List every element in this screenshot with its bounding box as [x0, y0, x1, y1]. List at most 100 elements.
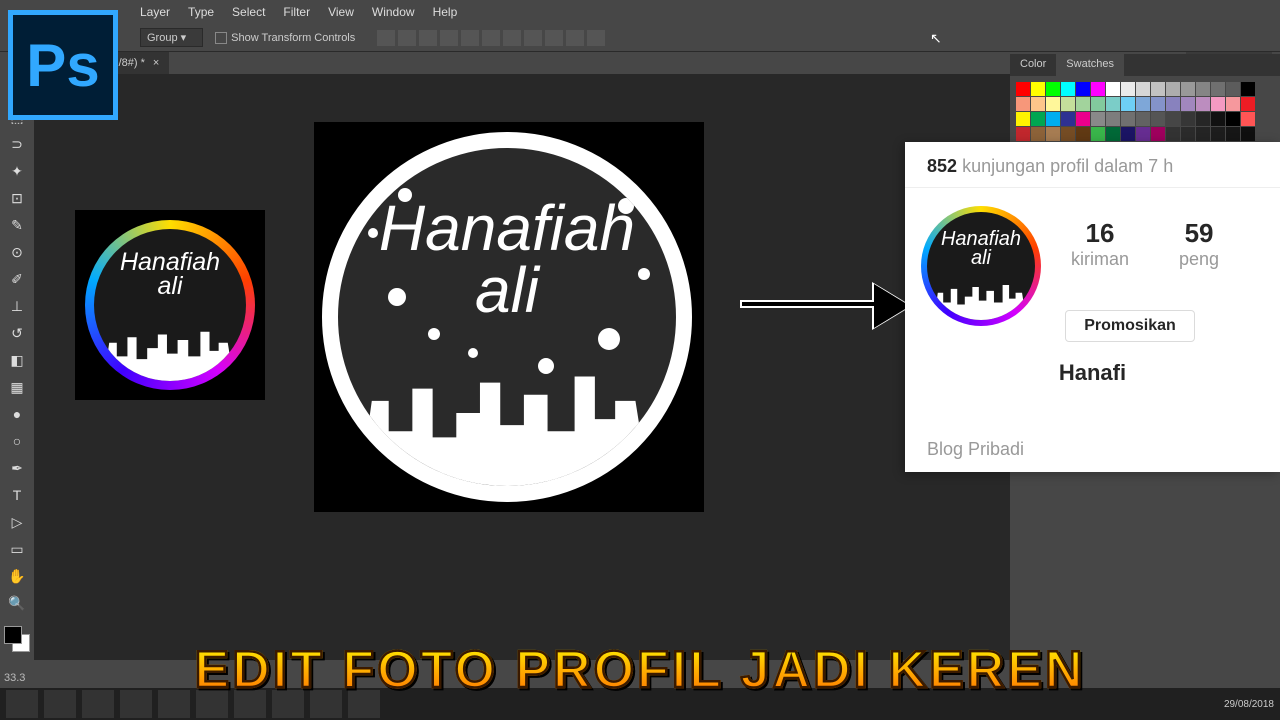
wand-tool-icon[interactable]: ✦: [5, 159, 29, 183]
color-swatch[interactable]: [1241, 82, 1255, 96]
color-swatch[interactable]: [1046, 97, 1060, 111]
color-swatch[interactable]: [1151, 97, 1165, 111]
align-icon[interactable]: [377, 30, 395, 46]
color-swatch[interactable]: [1166, 97, 1180, 111]
color-swatch[interactable]: [1016, 97, 1030, 111]
history-brush-icon[interactable]: ↺: [5, 321, 29, 345]
menu-select[interactable]: Select: [232, 5, 265, 19]
color-swatch[interactable]: [1091, 82, 1105, 96]
crop-tool-icon[interactable]: ⊡: [5, 186, 29, 210]
align-icon[interactable]: [461, 30, 479, 46]
color-swatch[interactable]: [1061, 127, 1075, 141]
pen-tool-icon[interactable]: ✒: [5, 456, 29, 480]
color-swatch[interactable]: [1046, 112, 1060, 126]
color-swatch[interactable]: [1136, 112, 1150, 126]
stat-posts[interactable]: 16 kiriman: [1071, 218, 1129, 326]
color-swatch[interactable]: [1061, 97, 1075, 111]
align-icon[interactable]: [503, 30, 521, 46]
blur-tool-icon[interactable]: ●: [5, 402, 29, 426]
color-swatch[interactable]: [1046, 82, 1060, 96]
taskbar-date[interactable]: 29/08/2018: [1224, 699, 1274, 710]
color-swatch[interactable]: [1181, 112, 1195, 126]
eraser-tool-icon[interactable]: ◧: [5, 348, 29, 372]
auto-select-dropdown[interactable]: Group ▾: [140, 28, 203, 47]
stat-followers[interactable]: 59 peng: [1179, 218, 1219, 326]
color-swatch[interactable]: [1016, 82, 1030, 96]
color-swatch[interactable]: [1106, 97, 1120, 111]
color-swatch[interactable]: [1076, 82, 1090, 96]
tab-swatches[interactable]: Swatches: [1056, 54, 1124, 76]
color-swatch[interactable]: [1226, 112, 1240, 126]
tab-color[interactable]: Color: [1010, 54, 1056, 76]
align-icon[interactable]: [587, 30, 605, 46]
align-icon[interactable]: [545, 30, 563, 46]
menu-type[interactable]: Type: [188, 5, 214, 19]
color-swatch[interactable]: [1241, 97, 1255, 111]
color-swatch[interactable]: [1091, 112, 1105, 126]
align-icon[interactable]: [566, 30, 584, 46]
brush-tool-icon[interactable]: ✐: [5, 267, 29, 291]
color-swatch[interactable]: [1121, 97, 1135, 111]
color-swatch[interactable]: [1226, 127, 1240, 141]
dodge-tool-icon[interactable]: ○: [5, 429, 29, 453]
color-swatch[interactable]: [1136, 82, 1150, 96]
align-icon[interactable]: [440, 30, 458, 46]
lasso-tool-icon[interactable]: ⊃: [5, 132, 29, 156]
color-swatch[interactable]: [1166, 82, 1180, 96]
color-swatch[interactable]: [1121, 127, 1135, 141]
menu-filter[interactable]: Filter: [283, 5, 310, 19]
color-swatch[interactable]: [1136, 97, 1150, 111]
color-swatch[interactable]: [1031, 112, 1045, 126]
color-swatch[interactable]: [1211, 97, 1225, 111]
eyedropper-tool-icon[interactable]: ✎: [5, 213, 29, 237]
show-transform-controls[interactable]: Show Transform Controls: [215, 32, 355, 44]
color-swatch[interactable]: [1196, 97, 1210, 111]
color-swatch[interactable]: [1076, 127, 1090, 141]
align-icon[interactable]: [419, 30, 437, 46]
menu-help[interactable]: Help: [433, 5, 458, 19]
stamp-tool-icon[interactable]: ⊥: [5, 294, 29, 318]
color-swatch[interactable]: [1061, 82, 1075, 96]
shape-tool-icon[interactable]: ▭: [5, 537, 29, 561]
color-swatch[interactable]: [1196, 112, 1210, 126]
color-swatch[interactable]: [1181, 82, 1195, 96]
color-swatch[interactable]: [1106, 127, 1120, 141]
color-swatch[interactable]: [1211, 127, 1225, 141]
align-icon[interactable]: [482, 30, 500, 46]
color-swatch[interactable]: [1091, 97, 1105, 111]
color-swatch[interactable]: [1196, 127, 1210, 141]
color-swatch[interactable]: [1196, 82, 1210, 96]
hand-tool-icon[interactable]: ✋: [5, 564, 29, 588]
align-icon[interactable]: [524, 30, 542, 46]
color-swatch[interactable]: [1031, 127, 1045, 141]
instagram-avatar[interactable]: Hanafiahali: [921, 206, 1041, 326]
gradient-tool-icon[interactable]: ▦: [5, 375, 29, 399]
color-swatch[interactable]: [1016, 127, 1030, 141]
zoom-tool-icon[interactable]: 🔍: [5, 591, 29, 615]
color-swatch[interactable]: [1076, 112, 1090, 126]
menu-window[interactable]: Window: [372, 5, 415, 19]
color-swatch[interactable]: [1166, 112, 1180, 126]
align-icon[interactable]: [398, 30, 416, 46]
color-swatch[interactable]: [1121, 112, 1135, 126]
color-swatch[interactable]: [1211, 112, 1225, 126]
color-swatch[interactable]: [1076, 97, 1090, 111]
color-swatch[interactable]: [1226, 82, 1240, 96]
color-swatch[interactable]: [1166, 127, 1180, 141]
color-swatch[interactable]: [1151, 82, 1165, 96]
color-swatch[interactable]: [1031, 82, 1045, 96]
color-swatch[interactable]: [1091, 127, 1105, 141]
color-swatch[interactable]: [1181, 127, 1195, 141]
color-swatch[interactable]: [1106, 82, 1120, 96]
color-swatch[interactable]: [1241, 127, 1255, 141]
heal-tool-icon[interactable]: ⊙: [5, 240, 29, 264]
color-swatch[interactable]: [1061, 112, 1075, 126]
color-swatch[interactable]: [1121, 82, 1135, 96]
type-tool-icon[interactable]: T: [5, 483, 29, 507]
color-swatch[interactable]: [1046, 127, 1060, 141]
color-swatch[interactable]: [1106, 112, 1120, 126]
path-select-icon[interactable]: ▷: [5, 510, 29, 534]
color-swatch[interactable]: [1226, 97, 1240, 111]
color-swatch[interactable]: [1241, 112, 1255, 126]
color-swatch[interactable]: [1181, 97, 1195, 111]
